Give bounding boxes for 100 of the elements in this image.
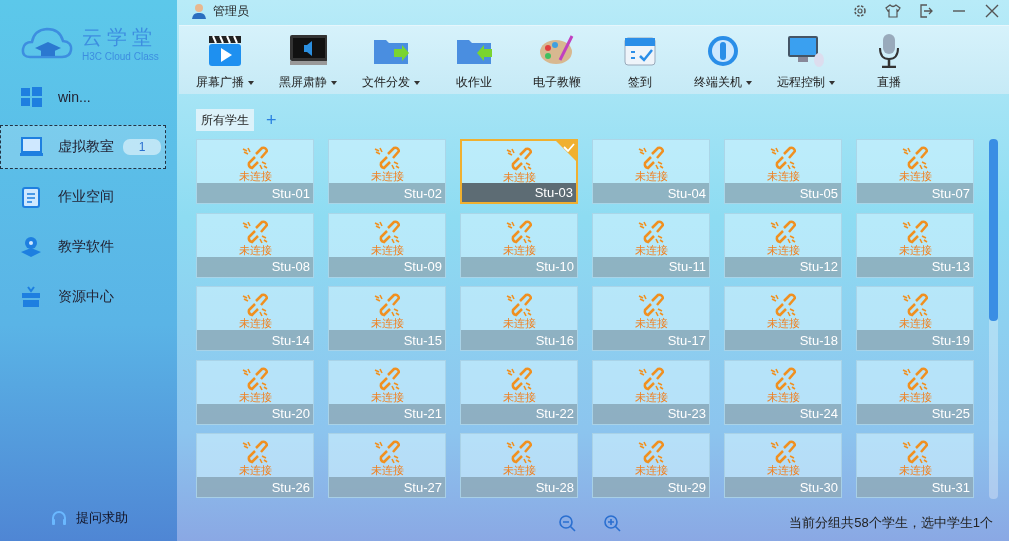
connection-status: 未连接 (502, 171, 536, 183)
sidebar-item[interactable]: 教学软件 (0, 225, 166, 269)
student-name: Stu-20 (271, 406, 310, 422)
toolbar-button[interactable]: 终端关机 (681, 26, 764, 94)
student-tile[interactable]: 未连接 Stu-17 (592, 286, 710, 352)
connection-status: 未连接 (766, 170, 800, 182)
zoom-out-icon[interactable] (558, 513, 576, 532)
connection-status: 未连接 (502, 317, 536, 330)
broken-link-icon (902, 366, 928, 391)
connection-status: 未连接 (898, 464, 932, 477)
broken-link-icon (242, 293, 268, 318)
toolbar-button[interactable]: 直播 (847, 26, 930, 94)
toolbar-button[interactable]: 收作业 (432, 26, 515, 94)
student-tile[interactable]: 未连接 Stu-30 (724, 433, 842, 499)
connection-status: 未连接 (370, 170, 404, 182)
sidebar-item[interactable]: 虚拟教室 1 (0, 125, 166, 169)
student-name: Stu-18 (799, 332, 838, 348)
user-name: 管理员 (213, 2, 249, 20)
broken-link-icon (770, 366, 796, 391)
toolbar-button[interactable]: 远程控制 (764, 26, 847, 94)
student-tile[interactable]: 未连接 Stu-18 (724, 286, 842, 352)
student-name: Stu-24 (799, 406, 838, 422)
connection-status: 未连接 (898, 170, 932, 182)
student-name: Stu-12 (799, 259, 838, 275)
headset-icon (50, 509, 68, 527)
student-tile[interactable]: 未连接 Stu-11 (592, 212, 710, 278)
toolbar-button[interactable]: 文件分发 (349, 26, 432, 94)
student-tile[interactable]: 未连接 Stu-21 (328, 359, 446, 425)
student-tile[interactable]: 未连接 Stu-26 (196, 433, 314, 499)
toolbar-button[interactable]: 电子教鞭 (515, 26, 598, 94)
student-tile[interactable]: 未连接 Stu-08 (196, 212, 314, 278)
status-text: 当前分组共58个学生，选中学生1个 (789, 513, 993, 532)
broken-link-icon (242, 146, 268, 170)
student-tile[interactable]: 未连接 Stu-12 (724, 212, 842, 278)
shirt-icon[interactable] (885, 3, 901, 19)
student-name: Stu-02 (403, 185, 442, 201)
student-tile[interactable]: 未连接 Stu-14 (196, 286, 314, 352)
exit-icon[interactable] (918, 3, 934, 19)
group-tab[interactable]: 所有学生 (196, 109, 254, 131)
student-tile[interactable]: 未连接 Stu-19 (856, 286, 974, 352)
student-tile[interactable]: 未连接 Stu-16 (460, 286, 578, 352)
connection-status: 未连接 (634, 170, 668, 182)
student-name: Stu-29 (667, 479, 706, 495)
broken-link-icon (506, 293, 532, 318)
student-name: Stu-23 (667, 406, 706, 422)
connection-status: 未连接 (634, 390, 668, 403)
sidebar-label: 资源中心 (58, 288, 114, 306)
sidebar-label: 虚拟教室 (58, 138, 114, 156)
sidebar-item[interactable]: win... (0, 75, 166, 119)
user-icon (191, 3, 207, 19)
student-tile[interactable]: 未连接 Stu-31 (856, 433, 974, 499)
scrollbar[interactable] (989, 139, 998, 499)
student-tile[interactable]: 未连接 Stu-03 (460, 139, 578, 204)
student-tile[interactable]: 未连接 Stu-23 (592, 359, 710, 425)
student-name: Stu-14 (271, 332, 310, 348)
student-tile[interactable]: 未连接 Stu-22 (460, 359, 578, 425)
sidebar-label: 作业空间 (58, 188, 114, 206)
broken-link-icon (638, 440, 664, 465)
student-tile[interactable]: 未连接 Stu-24 (724, 359, 842, 425)
connection-status: 未连接 (634, 317, 668, 330)
check-icon (556, 141, 576, 161)
help-link[interactable]: 提问求助 (76, 509, 128, 527)
student-name: Stu-26 (271, 479, 310, 495)
toolbar-button[interactable]: 屏幕广播 (183, 26, 266, 94)
student-name: Stu-21 (403, 406, 442, 422)
scroll-thumb[interactable] (989, 139, 998, 321)
student-tile[interactable]: 未连接 Stu-07 (856, 139, 974, 204)
sidebar-item[interactable]: 资源中心 (0, 275, 166, 319)
add-group-button[interactable]: + (266, 111, 277, 129)
student-tile[interactable]: 未连接 Stu-13 (856, 212, 974, 278)
broken-link-icon (902, 146, 928, 170)
close-icon[interactable] (984, 3, 1000, 19)
student-name: Stu-10 (535, 259, 574, 275)
settings-icon[interactable] (852, 3, 868, 19)
student-tile[interactable]: 未连接 Stu-10 (460, 212, 578, 278)
connection-status: 未连接 (238, 464, 272, 477)
student-name: Stu-05 (799, 185, 838, 201)
student-tile[interactable]: 未连接 Stu-04 (592, 139, 710, 204)
broken-link-icon (506, 147, 532, 171)
student-tile[interactable]: 未连接 Stu-20 (196, 359, 314, 425)
student-tile[interactable]: 未连接 Stu-05 (724, 139, 842, 204)
broken-link-icon (638, 219, 664, 244)
connection-status: 未连接 (238, 390, 272, 403)
connection-status: 未连接 (502, 464, 536, 477)
sidebar-item[interactable]: 作业空间 (0, 175, 166, 219)
student-name: Stu-11 (668, 259, 706, 275)
student-tile[interactable]: 未连接 Stu-25 (856, 359, 974, 425)
student-tile[interactable]: 未连接 Stu-02 (328, 139, 446, 204)
student-tile[interactable]: 未连接 Stu-01 (196, 139, 314, 204)
student-tile[interactable]: 未连接 Stu-15 (328, 286, 446, 352)
student-tile[interactable]: 未连接 Stu-29 (592, 433, 710, 499)
connection-status: 未连接 (766, 390, 800, 403)
student-tile[interactable]: 未连接 Stu-09 (328, 212, 446, 278)
student-tile[interactable]: 未连接 Stu-27 (328, 433, 446, 499)
student-tile[interactable]: 未连接 Stu-28 (460, 433, 578, 499)
student-name: Stu-28 (535, 479, 574, 495)
toolbar-button[interactable]: 黑屏肃静 (266, 26, 349, 94)
connection-status: 未连接 (634, 464, 668, 477)
toolbar-button[interactable]: 签到 (598, 26, 681, 94)
zoom-in-icon[interactable] (603, 513, 621, 532)
